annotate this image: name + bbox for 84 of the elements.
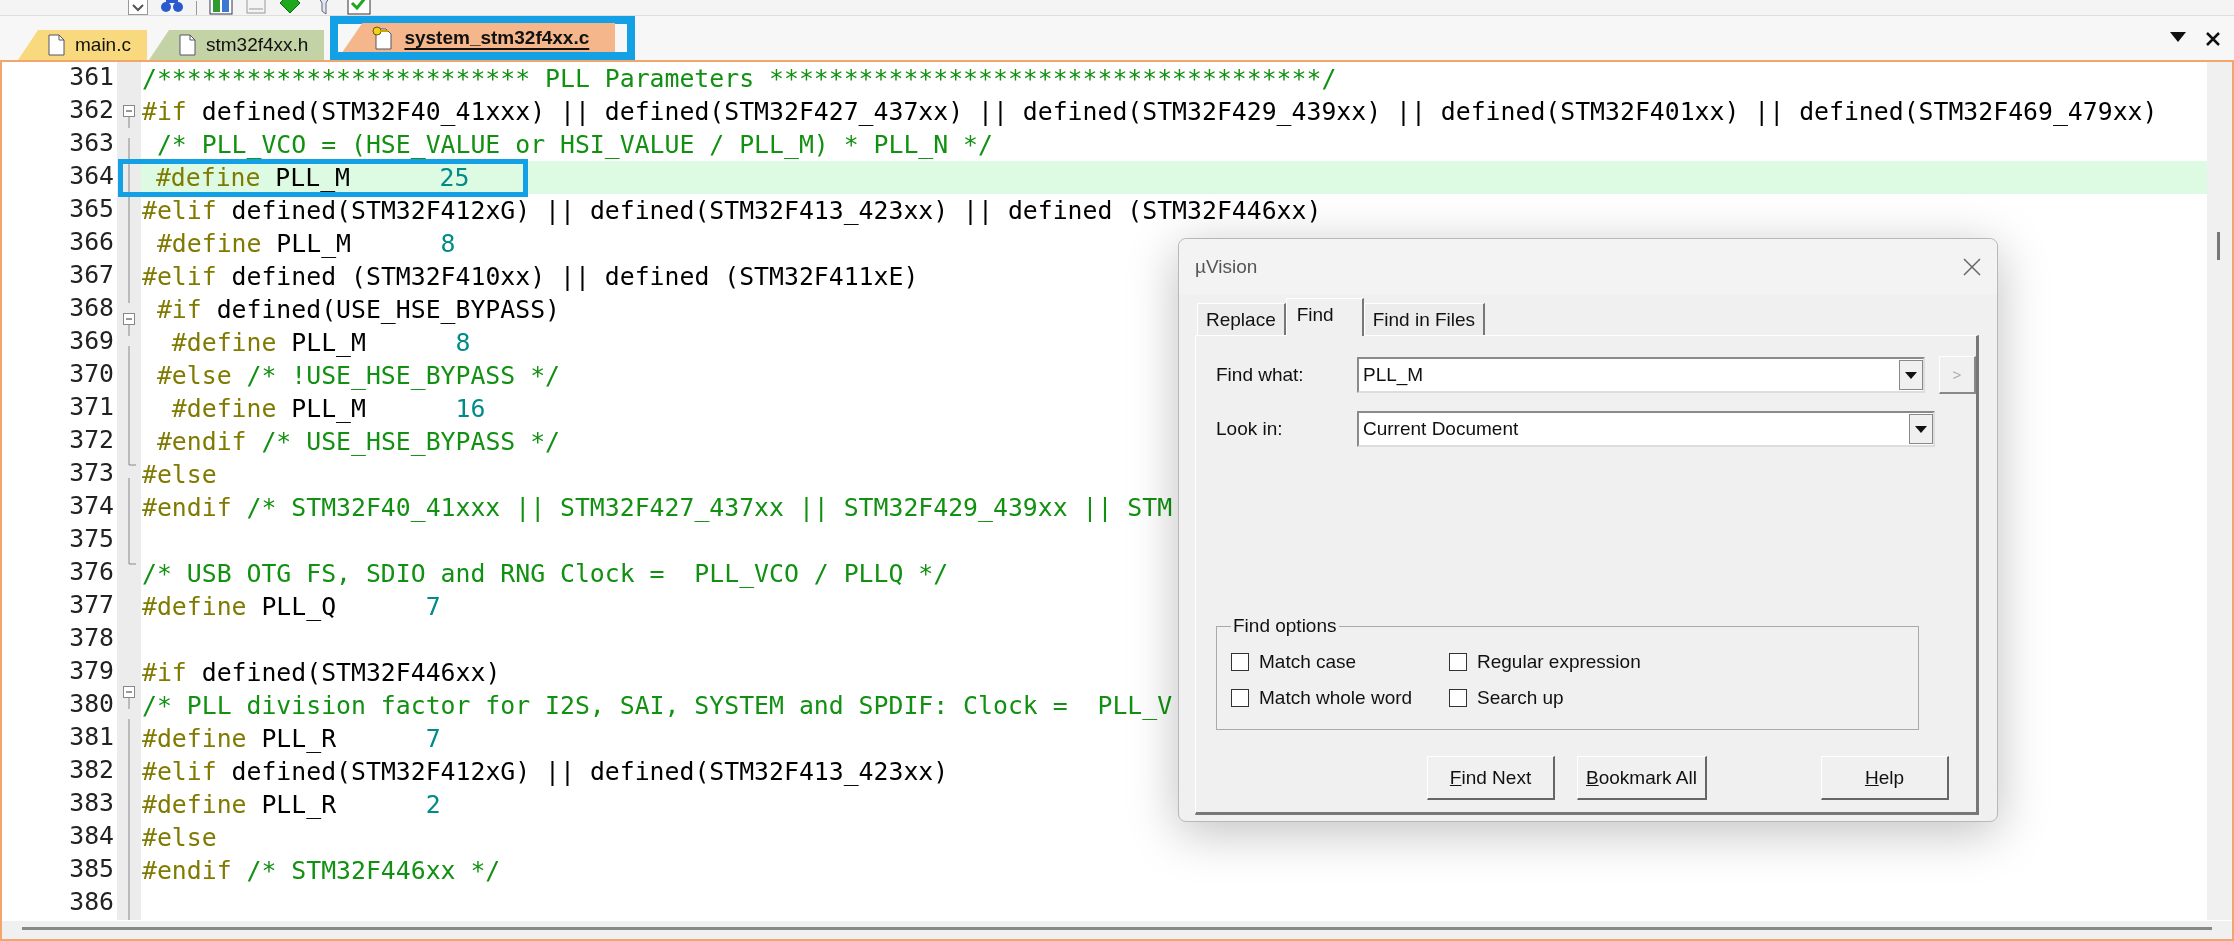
line-number: 378 <box>69 624 114 652</box>
line-number: 386 <box>69 888 114 916</box>
combo-box[interactable]: Current Document <box>1357 411 1935 447</box>
dialog-tab[interactable]: Find <box>1285 298 1364 336</box>
code-line: #define PLL_M 8 <box>155 229 456 258</box>
checkbox[interactable] <box>1449 689 1467 707</box>
checkbox[interactable] <box>1449 653 1467 671</box>
line-number: 379 <box>69 657 114 685</box>
line-number: 376 <box>69 558 114 586</box>
close-icon[interactable] <box>2206 32 2220 46</box>
code-line: #endif /* USE_HSE_BYPASS */ <box>155 427 561 456</box>
line-number: 361 <box>69 63 114 91</box>
dialog-title: µVision <box>1195 256 1258 278</box>
group-title: Find options <box>1232 615 1338 637</box>
line-number: 374 <box>69 492 114 520</box>
code-line: #define PLL_M 25 <box>154 163 470 192</box>
code-line: #if defined(STM32F40_41xxx) || defined(STM32F427_437xx) || defined(STM32F429_439xx) || defined(STM32F401xx) || defined(STM32F469_479xx) <box>142 97 2158 126</box>
code-line: #endif /* STM32F40_41xxx || STM32F427_437xx || STM32F429_439xx || STM <box>142 493 1173 522</box>
code-line: #else <box>142 823 217 852</box>
line-number: 375 <box>69 525 114 553</box>
line-number: 368 <box>69 294 114 322</box>
scrollbar-thumb[interactable] <box>22 927 2212 930</box>
line-number: 371 <box>69 393 114 421</box>
file-tab[interactable]: main.c <box>18 30 147 60</box>
file-icon <box>178 34 196 56</box>
checkbox[interactable] <box>1231 653 1249 671</box>
field-label: Look in: <box>1216 418 1284 440</box>
combo-box[interactable]: PLL_M <box>1357 357 1925 393</box>
line-number: 362 <box>69 96 114 124</box>
line-number: 385 <box>69 855 114 883</box>
line-number: 367 <box>69 261 114 289</box>
code-line: /* PLL_VCO = (HSE_VALUE or HSI_VALUE / PLL_M) * PLL_N */ <box>155 130 993 159</box>
code-line: /************************* PLL Parameters *************************************/ <box>142 64 1337 93</box>
line-number: 382 <box>69 756 114 784</box>
line-number: 363 <box>69 129 114 157</box>
code-line: #define PLL_R 7 <box>142 724 441 753</box>
code-line: #define PLL_Q 7 <box>142 592 441 621</box>
code-line: #else /* !USE_HSE_BYPASS */ <box>155 361 561 390</box>
key-file-icon <box>372 25 395 50</box>
code-line: #else <box>142 460 217 489</box>
line-number: 366 <box>69 228 114 256</box>
code-line: #define PLL_M 8 <box>170 328 471 357</box>
code-line: #endif /* STM32F446xx */ <box>142 856 501 885</box>
collapse-icon[interactable] <box>123 313 135 336</box>
line-number: 384 <box>69 822 114 850</box>
code-line: /* PLL division factor for I2S, SAI, SYSTEM and SPDIF: Clock = PLL_V <box>142 691 1173 720</box>
checkbox-label[interactable]: Search up <box>1477 687 1564 709</box>
checkbox[interactable] <box>1231 689 1249 707</box>
dialog-button[interactable]: Help <box>1821 756 1949 800</box>
line-number: 370 <box>69 360 114 388</box>
checkbox-label[interactable]: Regular expression <box>1477 651 1641 673</box>
file-icon <box>48 34 65 56</box>
scrollbar-thumb[interactable] <box>2217 232 2220 260</box>
dialog-button[interactable]: Bookmark All <box>1577 756 1707 800</box>
fold-end-line <box>128 445 136 466</box>
code-line: #elif defined(STM32F412xG) || defined(STM32F413_423xx) || defined (STM32F446xx) <box>142 196 1322 225</box>
code-line: #if defined(USE_HSE_BYPASS) <box>155 295 560 324</box>
dialog-tab[interactable]: Find in Files <box>1363 303 1486 335</box>
checkbox-label[interactable]: Match case <box>1259 651 1357 673</box>
file-tab[interactable]: system_stm32f4xx.c <box>342 23 616 52</box>
code-line: #if defined(STM32F446xx) <box>142 658 501 687</box>
fold-end-line <box>128 544 136 565</box>
dialog-button[interactable]: Find Next <box>1427 756 1555 800</box>
line-number: 377 <box>69 591 114 619</box>
line-number: 383 <box>69 789 114 817</box>
dropdown-arrow-icon[interactable] <box>2170 32 2186 42</box>
checkbox-label[interactable]: Match whole word <box>1259 687 1413 709</box>
collapse-icon[interactable] <box>123 105 135 128</box>
file-tab[interactable]: stm32f4xx.h <box>148 30 325 60</box>
collapse-icon[interactable] <box>123 686 135 709</box>
line-number: 364 <box>69 162 114 190</box>
line-number: 372 <box>69 426 114 454</box>
code-line: #elif defined(STM32F412xG) || defined(STM32F413_423xx) <box>142 757 949 786</box>
code-line: /* USB OTG FS, SDIO and RNG Clock = PLL_VCO / PLLQ */ <box>142 559 949 588</box>
code-line: #define PLL_R 2 <box>142 790 441 819</box>
dialog-tab[interactable]: Replace <box>1197 303 1286 335</box>
code-line: #define PLL_M 16 <box>170 394 486 423</box>
code-line: #elif defined (STM32F410xx) || defined (STM32F411xE) <box>142 262 919 291</box>
line-number: 380 <box>69 690 114 718</box>
line-number: 381 <box>69 723 114 751</box>
line-number: 373 <box>69 459 114 487</box>
line-number: 369 <box>69 327 114 355</box>
field-label: Find what: <box>1216 364 1305 386</box>
line-number: 365 <box>69 195 114 223</box>
